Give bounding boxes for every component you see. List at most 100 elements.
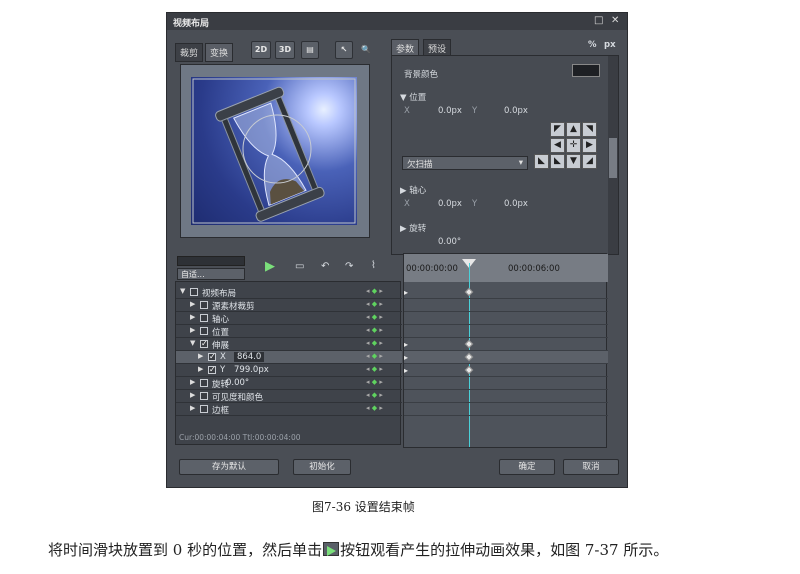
tree-row-value[interactable]: 0.00° [226,378,249,388]
time-ruler[interactable]: 00:00:00:00 00:00:06:00 [404,254,608,282]
keyframe-nav-icon[interactable]: ◂ ◆ ▸ [366,352,383,360]
expand-arrow-icon[interactable]: ▶ [190,326,195,334]
timeline-row[interactable] [404,299,608,312]
axis-y-field[interactable]: 0.0px [504,199,528,209]
tree-row-value[interactable]: 799.0px [234,365,269,375]
initialize-button[interactable]: 初始化 [293,459,351,475]
arrow-down-left-icon[interactable]: ◣ [550,154,565,169]
rotate-field[interactable]: 0.00° [438,237,461,247]
play-icon[interactable]: ▶ [265,259,275,274]
tree-checkbox[interactable]: ✓ [200,340,208,348]
rotate-label[interactable]: ▶ 旋转 [400,222,426,234]
keyframe-nav-icon[interactable]: ◂ ◆ ▸ [366,365,383,373]
arrow-right-icon[interactable]: ▶ [582,138,597,153]
keyframe-timeline[interactable]: 00:00:00:00 00:00:06:00 ▸ ▸ ▸ ▸ [403,253,608,448]
timeline-row[interactable] [404,312,608,325]
tree-checkbox[interactable] [200,327,208,335]
arrow-up-icon[interactable]: ▲ [566,122,581,137]
pos-x-field[interactable]: 0.0px [438,106,462,116]
restore-button[interactable]: □ [594,15,603,26]
tree-checkbox[interactable] [200,392,208,400]
expand-arrow-icon[interactable]: ▶ [198,365,203,373]
unit-px-toggle[interactable]: px [604,40,616,50]
expand-arrow-icon[interactable]: ▶ [190,378,195,386]
arrow-up-left-icon[interactable]: ◤ [550,122,565,137]
timeline-row[interactable]: ▸ [404,338,608,351]
keyframe-diamond[interactable] [464,365,474,375]
keyframe-nav-icon[interactable]: ◂ ◆ ▸ [366,339,383,347]
expand-arrow-icon[interactable]: ▶ [198,352,203,360]
arrow-down-right-icon[interactable]: ◢ [582,154,597,169]
timeline-row[interactable] [404,403,608,416]
keyframe-start-marker[interactable]: ▸ [404,366,408,375]
keyframe-diamond[interactable] [464,339,474,349]
params-scroll-thumb[interactable] [609,138,617,178]
graph-icon[interactable]: ⌇ [371,260,376,271]
zoom-icon[interactable]: 🔍 [357,41,375,59]
preview-icon[interactable]: ▭ [295,261,304,272]
timeline-row[interactable]: ▸ [404,286,608,299]
tree-row[interactable]: ▶ 轴心 ◂ ◆ ▸ [176,312,402,325]
zoom-slider[interactable] [177,256,245,266]
tree-checkbox[interactable] [200,314,208,322]
3d-mode-button[interactable]: 3D [275,41,295,59]
undo-icon[interactable]: ↶ [321,261,329,272]
2d-mode-button[interactable]: 2D [251,41,271,59]
save-default-button[interactable]: 存为默认 [179,459,279,475]
tree-row[interactable]: ▼ 视频布局 ◂ ◆ ▸ [176,286,402,299]
tree-row[interactable]: ▶ 旋转 0.00° ◂ ◆ ▸ [176,377,402,390]
scan-mode-select[interactable]: 欠扫描 ▾ [402,156,528,170]
bg-color-swatch[interactable] [572,64,600,77]
tree-row[interactable]: ▶ 源素材裁剪 ◂ ◆ ▸ [176,299,402,312]
pos-y-field[interactable]: 0.0px [504,106,528,116]
keyframe-diamond[interactable] [464,287,474,297]
keyframe-nav-icon[interactable]: ◂ ◆ ▸ [366,404,383,412]
axis-x-field[interactable]: 0.0px [438,199,462,209]
expand-arrow-icon[interactable]: ▶ [190,404,195,412]
layout-mode-icon[interactable]: ▤ [301,41,319,59]
keyframe-diamond[interactable] [464,352,474,362]
timeline-row[interactable] [404,390,608,403]
keyframe-nav-icon[interactable]: ◂ ◆ ▸ [366,287,383,295]
pointer-tool-icon[interactable]: ↖ [335,41,353,59]
keyframe-nav-icon[interactable]: ◂ ◆ ▸ [366,326,383,334]
arrow-up-right-icon[interactable]: ◥ [582,122,597,137]
tree-checkbox[interactable] [190,288,198,296]
timeline-row[interactable]: ▸ [404,351,608,364]
timeline-row[interactable] [404,377,608,390]
preview-panel[interactable] [180,64,370,238]
tree-row[interactable]: ▶ 位置 ◂ ◆ ▸ [176,325,402,338]
tree-row[interactable]: ▶ ✓ Y 799.0px ◂ ◆ ▸ [176,364,402,377]
tree-row[interactable]: ▶ ✓ X 864.0 ◂ ◆ ▸ [176,351,402,364]
expand-arrow-icon[interactable]: ▶ [190,391,195,399]
params-scrollbar[interactable] [608,56,618,254]
expand-arrow-icon[interactable]: ▶ [190,313,195,321]
position-label[interactable]: ▼ 位置 [400,91,426,103]
expand-arrow-icon[interactable]: ▶ [190,300,195,308]
tab-crop[interactable]: 裁剪 [175,43,204,62]
keyframe-start-marker[interactable]: ▸ [404,288,408,297]
tree-row[interactable]: ▶ 边框 ◂ ◆ ▸ [176,403,402,416]
arrow-down-icon[interactable]: ▼ [566,154,581,169]
cancel-button[interactable]: 取消 [563,459,619,475]
close-button[interactable]: ✕ [611,15,619,26]
keyframe-nav-icon[interactable]: ◂ ◆ ▸ [366,313,383,321]
ok-button[interactable]: 确定 [499,459,555,475]
tree-checkbox[interactable] [200,379,208,387]
axis-label[interactable]: ▶ 轴心 [400,184,426,196]
keyframe-nav-icon[interactable]: ◂ ◆ ▸ [366,300,383,308]
timeline-row[interactable] [404,325,608,338]
arrow-left-icon[interactable]: ◀ [550,138,565,153]
keyframe-nav-icon[interactable]: ◂ ◆ ▸ [366,391,383,399]
view-select[interactable]: 自适... [177,268,245,280]
collapse-arrow-icon[interactable]: ▼ [180,287,185,295]
arrow-fit-icon[interactable]: ◣ [534,154,549,169]
collapse-arrow-icon[interactable]: ▼ [190,339,195,347]
tree-checkbox[interactable] [200,301,208,309]
redo-icon[interactable]: ↷ [345,261,353,272]
tree-checkbox[interactable]: ✓ [208,353,216,361]
timeline-row[interactable]: ▸ [404,364,608,377]
keyframe-nav-icon[interactable]: ◂ ◆ ▸ [366,378,383,386]
tree-row[interactable]: ▼ ✓ 伸展 ◂ ◆ ▸ [176,338,402,351]
tree-checkbox[interactable] [200,405,208,413]
